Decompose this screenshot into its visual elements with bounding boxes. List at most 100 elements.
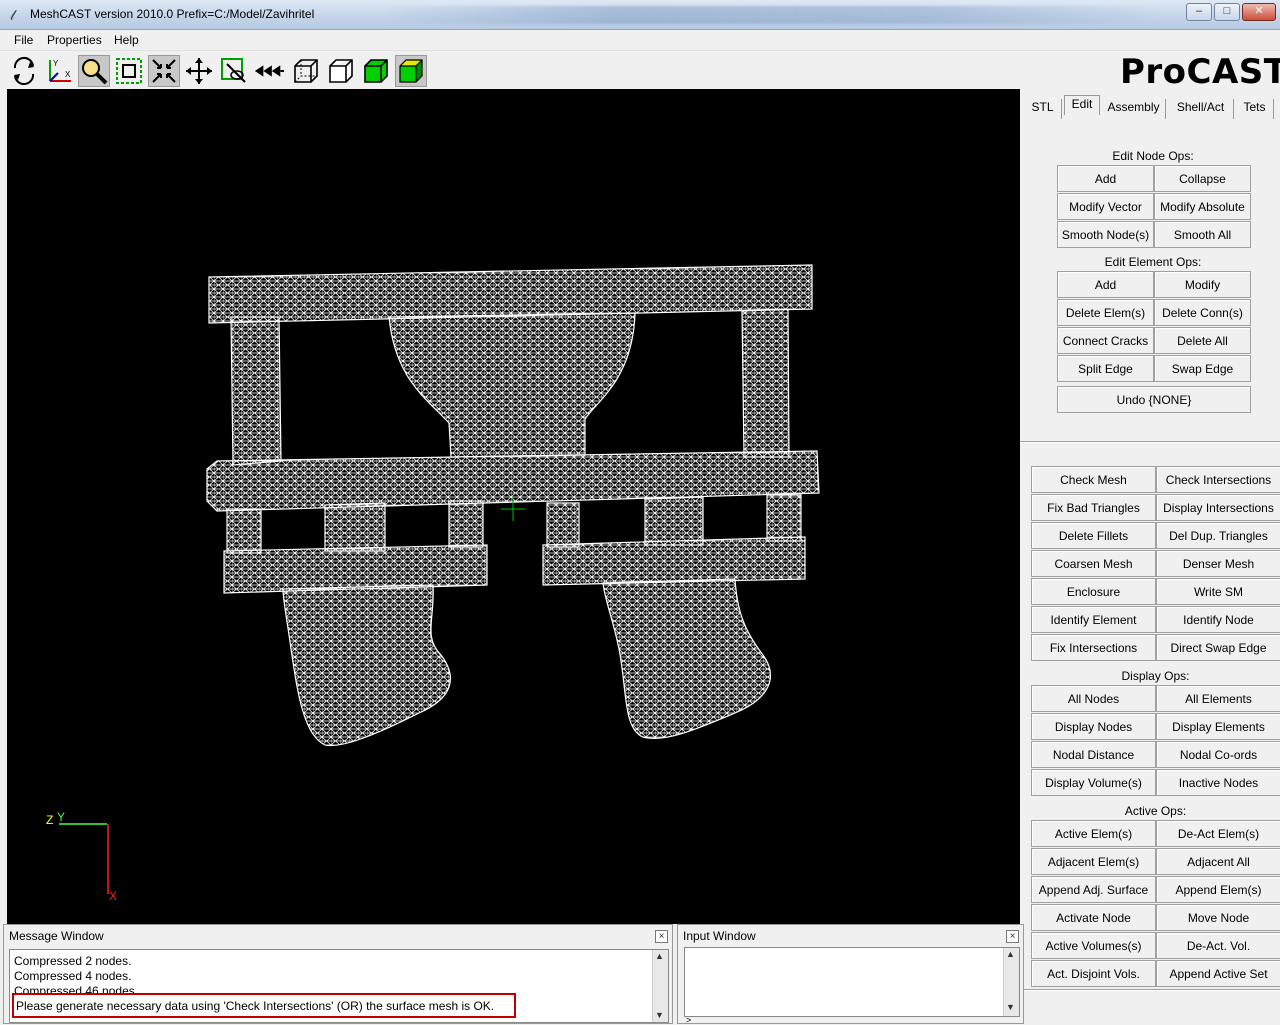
- message-scrollbar[interactable]: ▲ ▼: [652, 950, 668, 1022]
- tab-shell-act[interactable]: Shell/Act: [1168, 99, 1234, 119]
- coarsen-mesh-button[interactable]: Coarsen Mesh: [1031, 550, 1156, 577]
- append-adj-surface-button[interactable]: Append Adj. Surface: [1031, 876, 1156, 903]
- pick-icon[interactable]: [218, 55, 250, 87]
- title-bar: 𝓁 MeshCAST version 2010.0 Prefix=C:/Mode…: [0, 0, 1280, 30]
- close-button[interactable]: ✕: [1242, 3, 1276, 21]
- undo-button[interactable]: Undo {NONE}: [1057, 386, 1251, 413]
- fit-view-icon[interactable]: [148, 55, 180, 87]
- svg-text:X: X: [65, 70, 71, 79]
- enclosure-button[interactable]: Enclosure: [1031, 578, 1156, 605]
- maximize-button[interactable]: □: [1214, 3, 1240, 21]
- fix-intersections-button[interactable]: Fix Intersections: [1031, 634, 1156, 661]
- inactive-nodes-button[interactable]: Inactive Nodes: [1156, 769, 1280, 796]
- modify-vector-button[interactable]: Modify Vector: [1057, 193, 1154, 220]
- menu-help[interactable]: Help: [114, 33, 139, 47]
- nodal-co-ords-button[interactable]: Nodal Co-ords: [1156, 741, 1280, 768]
- display-elements-button[interactable]: Display Elements: [1156, 713, 1280, 740]
- modify-absolute-button[interactable]: Modify Absolute: [1154, 193, 1251, 220]
- panel-bottom-separator: [1020, 989, 1280, 991]
- denser-mesh-button[interactable]: Denser Mesh: [1156, 550, 1280, 577]
- solid-green-icon[interactable]: [360, 55, 392, 87]
- menu-file[interactable]: File: [14, 33, 33, 47]
- input-field[interactable]: ▲ ▼: [684, 947, 1020, 1017]
- act-disjoint-vols-button[interactable]: Act. Disjoint Vols.: [1031, 960, 1156, 987]
- add-button[interactable]: Add: [1057, 165, 1154, 192]
- input-window: Input Window × ▲ ▼ >: [677, 924, 1024, 1025]
- display-nodes-button[interactable]: Display Nodes: [1031, 713, 1156, 740]
- delete-elem-s-button[interactable]: Delete Elem(s): [1057, 299, 1154, 326]
- highlighted-message-box: Please generate necessary data using 'Ch…: [12, 993, 516, 1018]
- message-window: Message Window × Compressed 2 nodes. Com…: [3, 924, 673, 1024]
- zoom-box-icon[interactable]: [113, 55, 145, 87]
- write-sm-button[interactable]: Write SM: [1156, 578, 1280, 605]
- de-act-vol-button[interactable]: De-Act. Vol.: [1156, 932, 1280, 959]
- pan-icon[interactable]: [183, 55, 215, 87]
- axis-triad: [59, 823, 109, 894]
- connect-cracks-button[interactable]: Connect Cracks: [1057, 327, 1154, 354]
- message-line: Compressed 2 nodes.: [14, 954, 132, 968]
- split-edge-button[interactable]: Split Edge: [1057, 355, 1154, 382]
- adjacent-all-button[interactable]: Adjacent All: [1156, 848, 1280, 875]
- axis-z-label: Z: [46, 813, 54, 827]
- mesh-viewport[interactable]: Z Y X: [7, 89, 1020, 924]
- solid-shaded-icon[interactable]: [395, 55, 427, 87]
- tab-stl[interactable]: STL: [1024, 99, 1062, 119]
- fix-bad-triangles-button[interactable]: Fix Bad Triangles: [1031, 494, 1156, 521]
- mesh-lower-right-runner: [542, 536, 806, 586]
- tab-assembly[interactable]: Assembly: [1102, 99, 1166, 119]
- display-intersections-button[interactable]: Display Intersections: [1156, 494, 1280, 521]
- del-dup-triangles-button[interactable]: Del Dup. Triangles: [1156, 522, 1280, 549]
- collapse-button[interactable]: Collapse: [1154, 165, 1251, 192]
- mesh-lower-left-runner: [223, 544, 488, 594]
- rotate-icon[interactable]: [8, 55, 40, 87]
- identify-node-button[interactable]: Identify Node: [1156, 606, 1280, 633]
- all-elements-button[interactable]: All Elements: [1156, 685, 1280, 712]
- outline-icon[interactable]: [325, 55, 357, 87]
- delete-fillets-button[interactable]: Delete Fillets: [1031, 522, 1156, 549]
- nodal-distance-button[interactable]: Nodal Distance: [1031, 741, 1156, 768]
- identify-element-button[interactable]: Identify Element: [1031, 606, 1156, 633]
- rewind-icon[interactable]: [253, 55, 285, 87]
- panel-separator: [1020, 441, 1280, 443]
- input-window-close-icon[interactable]: ×: [1006, 930, 1019, 943]
- active-elem-s-button[interactable]: Active Elem(s): [1031, 820, 1156, 847]
- menu-properties[interactable]: Properties: [47, 33, 102, 47]
- procast-logo: ProCAST: [1120, 52, 1280, 92]
- delete-all-button[interactable]: Delete All: [1154, 327, 1251, 354]
- mesh-top-runner: [208, 264, 813, 324]
- adjacent-elem-s-button[interactable]: Adjacent Elem(s): [1031, 848, 1156, 875]
- delete-conn-s-button[interactable]: Delete Conn(s): [1154, 299, 1251, 326]
- smooth-node-s-button[interactable]: Smooth Node(s): [1057, 221, 1154, 248]
- move-node-button[interactable]: Move Node: [1156, 904, 1280, 931]
- mesh-central-funnel: [388, 312, 636, 458]
- all-nodes-button[interactable]: All Nodes: [1031, 685, 1156, 712]
- tab-edit[interactable]: Edit: [1064, 95, 1100, 115]
- direct-swap-edge-button[interactable]: Direct Swap Edge: [1156, 634, 1280, 661]
- minimize-button[interactable]: –: [1186, 3, 1212, 21]
- axis-y-label: Y: [57, 810, 66, 824]
- menu-bar: File Properties Help: [0, 30, 1280, 51]
- append-active-set-button[interactable]: Append Active Set: [1156, 960, 1280, 987]
- message-window-title: Message Window: [9, 929, 104, 943]
- check-mesh-button[interactable]: Check Mesh: [1031, 466, 1156, 493]
- input-scrollbar[interactable]: ▲ ▼: [1003, 948, 1019, 1016]
- axes-icon[interactable]: YX: [43, 55, 75, 87]
- message-window-close-icon[interactable]: ×: [655, 930, 668, 943]
- append-elem-s-button[interactable]: Append Elem(s): [1156, 876, 1280, 903]
- zoom-icon[interactable]: [78, 55, 110, 87]
- add-button[interactable]: Add: [1057, 271, 1154, 298]
- activate-node-button[interactable]: Activate Node: [1031, 904, 1156, 931]
- display-volume-s-button[interactable]: Display Volume(s): [1031, 769, 1156, 796]
- axis-x-label: X: [109, 889, 118, 903]
- de-act-elem-s-button[interactable]: De-Act Elem(s): [1156, 820, 1280, 847]
- wireframe-icon[interactable]: [290, 55, 322, 87]
- active-volumes-s-button[interactable]: Active Volumes(s): [1031, 932, 1156, 959]
- smooth-all-button[interactable]: Smooth All: [1154, 221, 1251, 248]
- modify-button[interactable]: Modify: [1154, 271, 1251, 298]
- title-bar-blur: [380, 6, 1160, 24]
- swap-edge-button[interactable]: Swap Edge: [1154, 355, 1251, 382]
- message-log[interactable]: Compressed 2 nodes. Compressed 4 nodes. …: [9, 949, 669, 1023]
- check-intersections-button[interactable]: Check Intersections: [1156, 466, 1280, 493]
- mesh-canvas: [59, 264, 820, 894]
- tab-tets[interactable]: Tets: [1236, 99, 1274, 119]
